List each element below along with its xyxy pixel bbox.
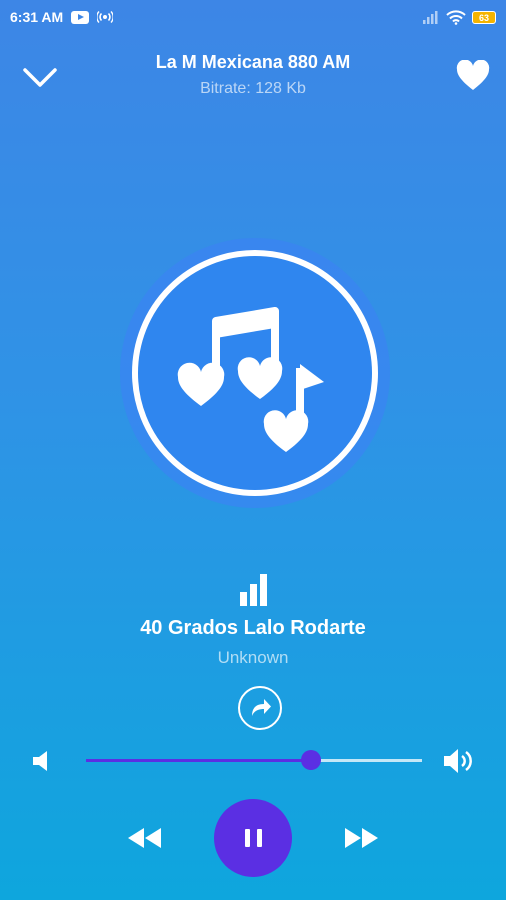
- bitrate-label: Bitrate: 128 Kb: [200, 80, 306, 97]
- pause-icon: [244, 829, 250, 847]
- album-art-circle: [132, 250, 378, 496]
- status-bar: 6:31 AM 63: [0, 0, 506, 34]
- wifi-icon: [446, 9, 466, 25]
- album-art: [120, 238, 390, 508]
- player-header: La M Mexicana 880 AM Bitrate: 128 Kb: [0, 34, 506, 114]
- track-artist: Unknown: [217, 648, 289, 667]
- battery-icon: 63: [472, 10, 496, 24]
- volume-slider[interactable]: [86, 750, 422, 770]
- share-icon: [251, 698, 271, 716]
- station-name: La M Mexicana 880 AM: [155, 52, 351, 72]
- heart-icon[interactable]: [456, 60, 490, 94]
- status-time: 6:31 AM: [10, 9, 64, 25]
- equalizer-icon: [240, 574, 267, 606]
- rewind-icon[interactable]: [124, 822, 164, 854]
- share-button[interactable]: [238, 686, 282, 730]
- music-notes-icon: [177, 307, 324, 452]
- signal-icon: [423, 11, 438, 24]
- volume-slider-fill: [86, 759, 312, 762]
- broadcast-icon: [97, 11, 114, 23]
- volume-down-icon[interactable]: [30, 748, 54, 774]
- pause-button[interactable]: [214, 799, 292, 877]
- volume-slider-thumb[interactable]: [301, 750, 322, 770]
- fast-forward-icon[interactable]: [342, 822, 382, 854]
- volume-up-icon[interactable]: [442, 744, 478, 778]
- pause-icon-bar: [256, 829, 262, 847]
- youtube-icon: [71, 10, 90, 24]
- track-title: 40 Grados Lalo Rodarte: [140, 617, 366, 639]
